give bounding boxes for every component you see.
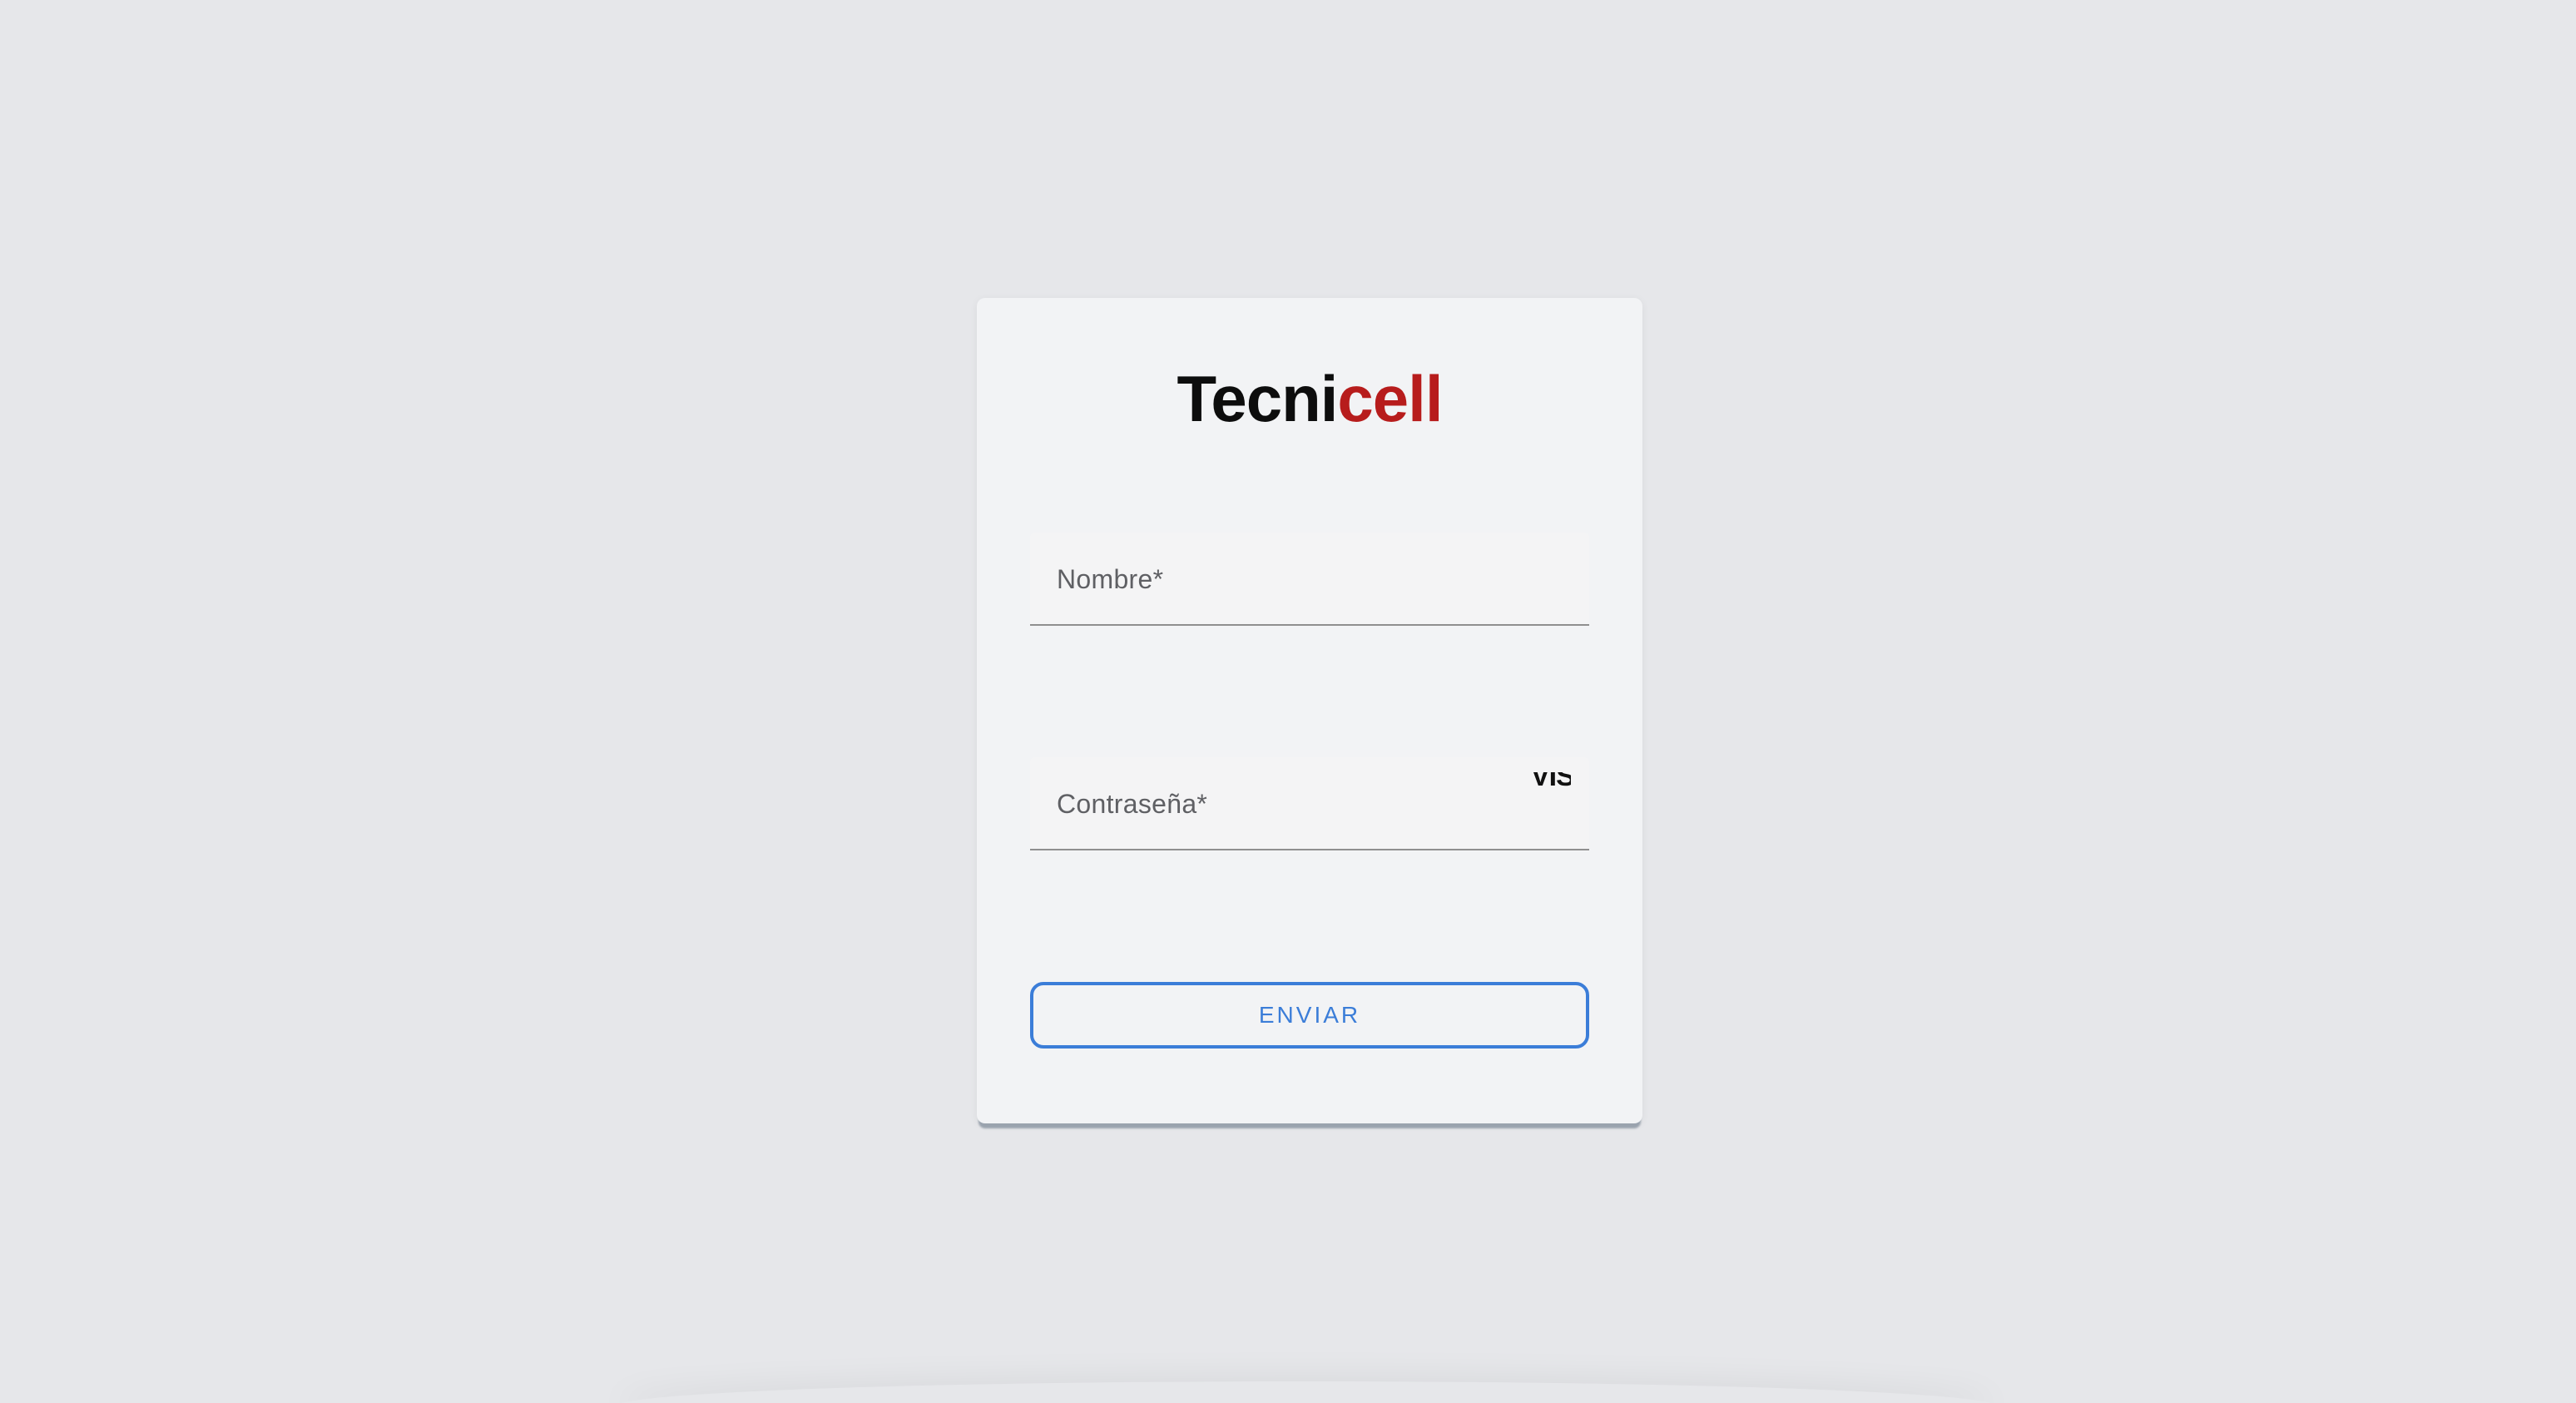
visibility-toggle-label: VIS: [1531, 772, 1571, 792]
brand-name-part2: cell: [1337, 362, 1443, 435]
bottom-shadow: [616, 1381, 1997, 1403]
login-card: Tecnicell Nombre* Contraseña* VIS ENVIAR: [977, 298, 1642, 1123]
submit-button[interactable]: ENVIAR: [1030, 982, 1589, 1049]
password-input[interactable]: [1030, 757, 1589, 849]
name-input[interactable]: [1030, 533, 1589, 624]
visibility-toggle-icon[interactable]: VIS: [1531, 772, 1571, 806]
brand-name-part1: Tecni: [1177, 362, 1338, 435]
password-field[interactable]: Contraseña* VIS: [1030, 757, 1589, 850]
brand-logo: Tecnicell: [977, 366, 1642, 431]
login-page: Tecnicell Nombre* Contraseña* VIS ENVIAR: [0, 0, 2576, 1403]
name-field[interactable]: Nombre*: [1030, 533, 1589, 626]
